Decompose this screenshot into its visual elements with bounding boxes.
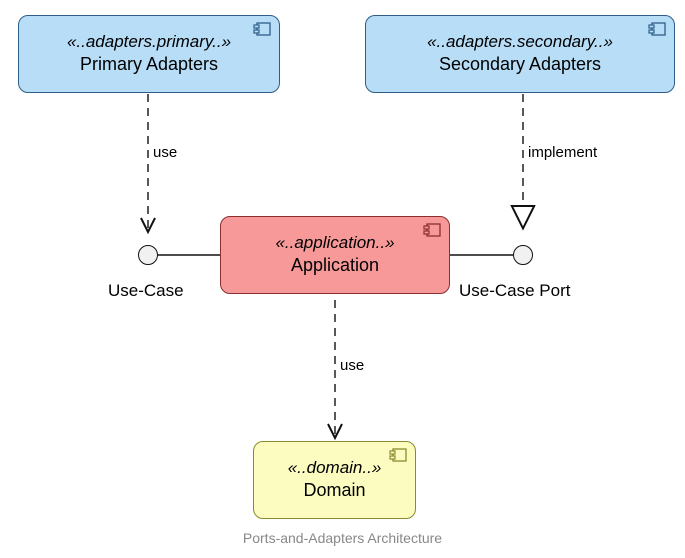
component-icon: [389, 448, 407, 462]
port-label-use-case-port: Use-Case Port: [459, 281, 570, 301]
component-name: Primary Adapters: [31, 53, 267, 76]
stereotype: «..adapters.secondary..»: [378, 31, 662, 53]
component-name: Application: [233, 254, 437, 277]
stereotype: «..application..»: [233, 232, 437, 254]
component-icon: [648, 22, 666, 36]
stereotype: «..domain..»: [266, 457, 403, 479]
stereotype: «..adapters.primary..»: [31, 31, 267, 53]
relation-label-implement: implement: [528, 144, 597, 161]
port-label-use-case: Use-Case: [108, 281, 184, 301]
port-use-case: [138, 245, 158, 265]
component-icon: [423, 223, 441, 237]
port-use-case-port: [513, 245, 533, 265]
component-application: «..application..» Application: [220, 216, 450, 294]
component-name: Domain: [266, 479, 403, 502]
component-secondary-adapters: «..adapters.secondary..» Secondary Adapt…: [365, 15, 675, 93]
diagram-caption: Ports-and-Adapters Architecture: [0, 530, 685, 546]
component-icon: [253, 22, 271, 36]
component-primary-adapters: «..adapters.primary..» Primary Adapters: [18, 15, 280, 93]
architecture-diagram: «..adapters.primary..» Primary Adapters …: [0, 0, 685, 558]
component-domain: «..domain..» Domain: [253, 441, 416, 519]
relation-label-use-1: use: [153, 144, 177, 161]
component-name: Secondary Adapters: [378, 53, 662, 76]
relation-label-use-2: use: [340, 357, 364, 374]
